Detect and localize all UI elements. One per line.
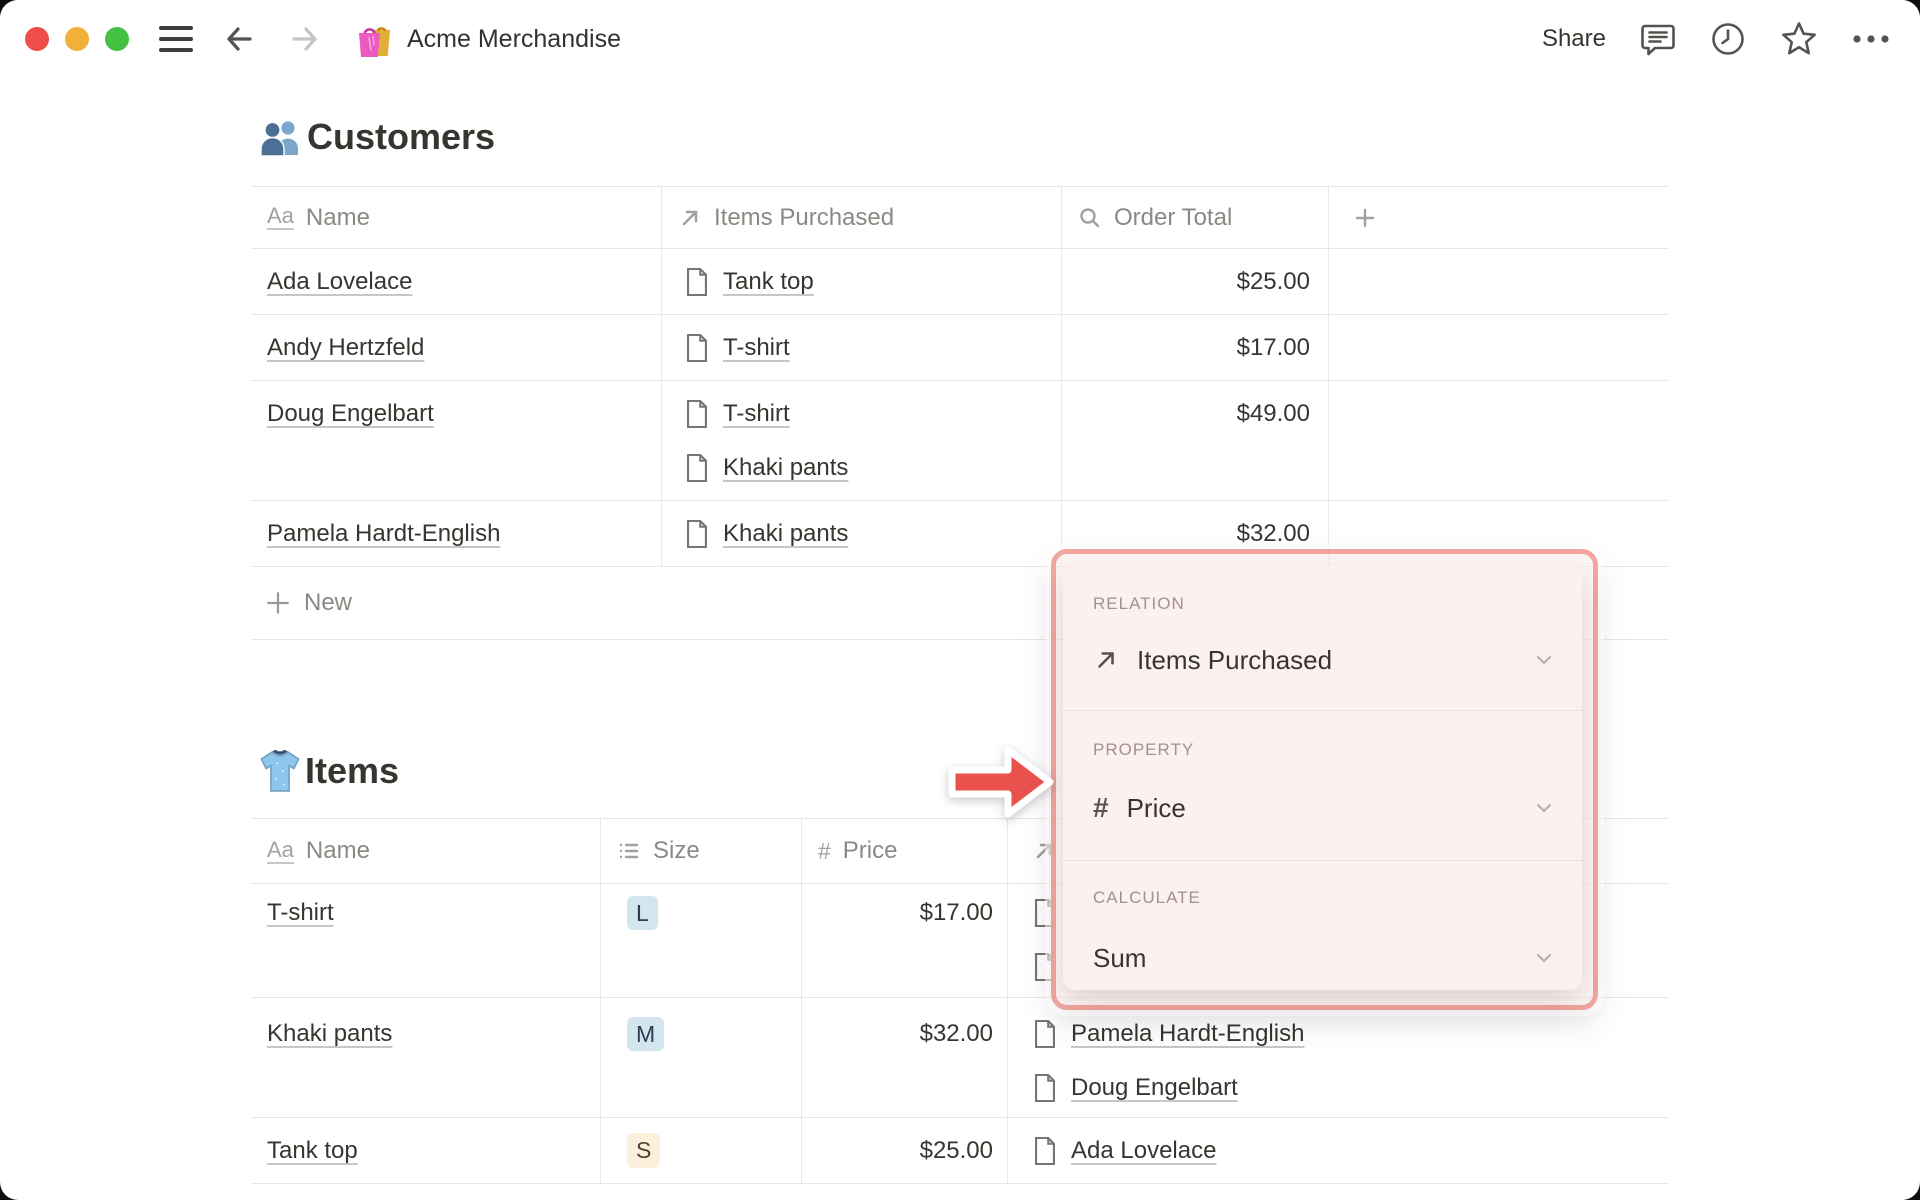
order-total-cell[interactable]: $49.00	[1062, 381, 1329, 500]
price-cell[interactable]: $25.00	[802, 1118, 1008, 1183]
empty-cell[interactable]	[1329, 249, 1668, 314]
page-title: Acme Merchandise	[407, 24, 621, 53]
items-purchased-cell[interactable]: Khaki pants	[662, 501, 1062, 566]
forward-icon[interactable]	[285, 19, 325, 59]
size-cell[interactable]: S	[601, 1118, 802, 1183]
page-icon	[1032, 1019, 1058, 1049]
order-total-cell[interactable]: $25.00	[1062, 249, 1329, 314]
shopping-bags-icon	[355, 19, 397, 59]
page-icon	[684, 453, 710, 483]
chevron-down-icon	[1532, 796, 1556, 820]
property-label: PROPERTY	[1093, 740, 1195, 759]
page-icon	[1032, 1073, 1058, 1103]
price-cell[interactable]: $17.00	[802, 884, 1008, 997]
size-tag: M	[627, 1016, 665, 1052]
top-bar: Acme Merchandise Share	[0, 0, 1920, 78]
page-icon	[684, 519, 710, 549]
zoom-window-button[interactable]	[105, 27, 129, 51]
items-purchased-cell[interactable]: T-shirt	[662, 315, 1062, 380]
text-icon: Aa	[267, 836, 294, 864]
customers-column-header-items-purchased[interactable]: Items Purchased	[662, 187, 1062, 248]
chevron-down-icon	[1532, 946, 1556, 970]
table-row: Doug Engelbart T-shirt Khaki pants $49.0…	[251, 381, 1668, 501]
minimize-window-button[interactable]	[65, 27, 89, 51]
items-column-header-price[interactable]: # Price	[802, 819, 1008, 883]
page-icon	[684, 399, 710, 429]
item-name-cell[interactable]: Khaki pants	[251, 998, 601, 1117]
updates-clock-icon[interactable]	[1710, 21, 1746, 57]
add-column-button[interactable]	[1329, 187, 1668, 248]
back-icon[interactable]	[219, 19, 259, 59]
more-options-icon[interactable]	[1852, 33, 1890, 45]
text-icon: Aa	[267, 203, 294, 230]
rollup-config-popup: RELATION Items Purchased PROPERTY # Pric…	[1063, 565, 1582, 990]
search-icon	[1078, 206, 1102, 230]
hash-icon: #	[818, 837, 831, 864]
size-tag: S	[627, 1133, 661, 1168]
people-icon	[259, 117, 303, 157]
items-column-header-name[interactable]: Aa Name	[251, 819, 601, 883]
pointer-arrow-icon	[948, 742, 1056, 822]
calculate-select[interactable]: Sum	[1093, 934, 1556, 982]
table-row: Khaki pants M $32.00 Pamela Hardt-Englis…	[251, 998, 1668, 1118]
list-icon	[617, 839, 641, 863]
chevron-down-icon	[1532, 648, 1556, 672]
plus-icon	[1353, 206, 1377, 230]
window-controls	[25, 27, 129, 51]
page-icon	[684, 333, 710, 363]
customer-name-cell[interactable]: Ada Lovelace	[251, 249, 662, 314]
page-icon	[1032, 1136, 1058, 1166]
arrow-up-right-icon	[1093, 647, 1119, 673]
share-button[interactable]: Share	[1542, 25, 1606, 53]
items-title: Items	[305, 750, 400, 791]
order-total-cell[interactable]: $17.00	[1062, 315, 1329, 380]
item-name-cell[interactable]: Tank top	[251, 1118, 601, 1183]
menu-icon[interactable]	[159, 26, 193, 52]
table-row: Ada Lovelace Tank top $25.00	[251, 249, 1668, 315]
price-cell[interactable]: $32.00	[802, 998, 1008, 1117]
property-select[interactable]: # Price	[1093, 784, 1556, 832]
app-window: Acme Merchandise Share Customers Aa Name…	[0, 0, 1920, 1200]
plus-icon	[265, 590, 291, 616]
items-purchased-cell[interactable]: T-shirt Khaki pants	[662, 381, 1062, 500]
customers-column-header-order-total[interactable]: Order Total	[1062, 187, 1329, 248]
tshirt-icon	[259, 748, 301, 794]
table-row: Tank top S $25.00 Ada Lovelace	[251, 1118, 1668, 1184]
purchased-by-cell[interactable]: Pamela Hardt-English Doug Engelbart	[1008, 998, 1668, 1117]
size-cell[interactable]: M	[601, 998, 802, 1117]
purchased-by-cell[interactable]: Ada Lovelace	[1008, 1118, 1668, 1183]
customer-name-cell[interactable]: Andy Hertzfeld	[251, 315, 662, 380]
table-row: Andy Hertzfeld T-shirt $17.00	[251, 315, 1668, 381]
empty-cell[interactable]	[1329, 315, 1668, 380]
close-window-button[interactable]	[25, 27, 49, 51]
items-column-header-size[interactable]: Size	[601, 819, 802, 883]
hash-icon: #	[1093, 792, 1109, 823]
customer-name-cell[interactable]: Doug Engelbart	[251, 381, 662, 500]
customers-column-header-name[interactable]: Aa Name	[251, 187, 662, 248]
page-icon	[684, 267, 710, 297]
favorite-star-icon[interactable]	[1780, 20, 1818, 58]
size-tag: L	[627, 895, 658, 931]
size-cell[interactable]: L	[601, 884, 802, 997]
items-section-heading: Items	[259, 748, 399, 794]
customer-name-cell[interactable]: Pamela Hardt-English	[251, 501, 662, 566]
calculate-label: CALCULATE	[1093, 888, 1201, 907]
item-name-cell[interactable]: T-shirt	[251, 884, 601, 997]
relation-label: RELATION	[1093, 594, 1185, 613]
customers-section-heading: Customers	[259, 116, 495, 158]
items-purchased-cell[interactable]: Tank top	[662, 249, 1062, 314]
empty-cell[interactable]	[1329, 381, 1668, 500]
customers-title: Customers	[307, 116, 496, 157]
comments-icon[interactable]	[1640, 21, 1676, 57]
relation-select[interactable]: Items Purchased	[1093, 636, 1556, 684]
arrow-up-right-icon	[678, 206, 702, 230]
